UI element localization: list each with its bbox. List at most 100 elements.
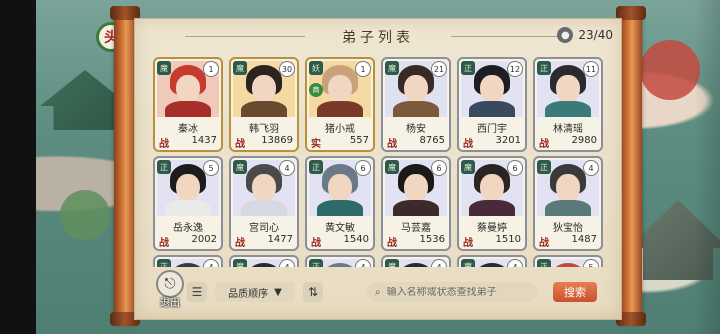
disciple-card[interactable]: 魔 30 韩飞羽战 13869 (229, 57, 299, 152)
disciple-name: 秦冰 (178, 124, 198, 135)
filter-list-icon: ☰ (191, 285, 203, 299)
disciple-card[interactable]: 正 5 岳永逸战 2002 (153, 156, 223, 251)
search-box: ⌕ (367, 282, 537, 302)
portrait-robe (317, 200, 363, 216)
portrait-face (404, 174, 428, 202)
sect-emblem-icon: 魔 (385, 160, 399, 174)
disciple-level-badge: 6 (507, 160, 523, 176)
search-button[interactable]: 搜索 (553, 282, 597, 302)
disciple-name: 林清瑶 (553, 124, 583, 135)
filter-button[interactable]: ☰ (187, 282, 207, 302)
disciple-card[interactable]: 正 12 西门宇战 3201 (457, 57, 527, 152)
disciple-name: 西门宇 (477, 124, 507, 135)
disciple-level-badge: 12 (507, 61, 523, 77)
exit-button[interactable]: ⎋ 退出 (152, 270, 188, 314)
power-value: 557 (349, 135, 369, 146)
disciple-level-badge: 6 (431, 160, 447, 176)
power-value: 1536 (419, 234, 445, 245)
disciple-card[interactable]: 正4 (153, 255, 223, 267)
sect-emblem-icon: 魔 (385, 61, 399, 75)
sort-order-select[interactable]: 品质顺序 ▼ (215, 282, 295, 302)
sect-emblem-icon: 魔 (233, 160, 247, 174)
portrait-robe (317, 101, 363, 117)
power-label: 战 (539, 238, 549, 249)
disciple-card[interactable]: 妖商 1 猪小戒实 557 (305, 57, 375, 152)
disciple-card[interactable]: 魔4 (457, 255, 527, 267)
power-label: 战 (463, 139, 473, 150)
disciple-level-badge: 21 (431, 61, 447, 77)
portrait-face (176, 75, 200, 103)
disciple-card[interactable]: 正4 (305, 255, 375, 267)
portrait-face (328, 75, 352, 103)
disciple-card[interactable]: 魔 21 杨安战 8765 (381, 57, 451, 152)
disciple-card[interactable]: 魔 6 蔡曼婷战 1510 (457, 156, 527, 251)
disciple-card[interactable]: 正 11 林清瑶战 2980 (533, 57, 603, 152)
disciple-card[interactable]: 魔 4 宫司心战 1477 (229, 156, 299, 251)
power-label: 战 (387, 238, 397, 249)
background-tree (640, 40, 700, 100)
disciple-card[interactable]: 魔 1 秦冰战 1437 (153, 57, 223, 152)
portrait-robe (469, 200, 515, 216)
user-count-icon: ● (557, 27, 574, 43)
disciple-card[interactable]: 魔4 (229, 255, 299, 267)
disciple-power-row: 战 3201 (463, 135, 521, 150)
disciple-level-badge: 5 (203, 160, 219, 176)
power-value: 1487 (571, 234, 597, 245)
sect-emblem-icon: 正 (537, 259, 551, 267)
portrait-robe (393, 101, 439, 117)
power-value: 3201 (495, 135, 521, 146)
disciple-name: 杨安 (406, 124, 426, 135)
portrait-hair (322, 263, 358, 267)
power-value: 8765 (419, 135, 445, 146)
disciple-count-value: 23/40 (578, 28, 613, 42)
sort-order-label: 品质顺序 (228, 288, 269, 300)
disciple-level-badge: 11 (583, 61, 599, 77)
sect-emblem-icon: 魔 (233, 61, 247, 75)
power-label: 战 (311, 238, 321, 249)
search-icon: ⌕ (375, 286, 381, 298)
disciple-card[interactable]: 魔 6 马芸嘉战 1536 (381, 156, 451, 251)
power-value: 2980 (571, 135, 597, 146)
portrait-hair (170, 263, 206, 267)
sect-emblem-icon: 正 (157, 259, 171, 267)
disciple-power-row: 战 13869 (235, 135, 293, 150)
portrait-face (252, 75, 276, 103)
sect-emblem-icon: 正 (309, 259, 323, 267)
disciple-level-badge: 4 (583, 160, 599, 176)
disciple-level-badge: 30 (279, 61, 295, 77)
disciple-card[interactable]: 魔4 (381, 255, 451, 267)
search-input[interactable] (386, 286, 527, 298)
power-value: 1540 (343, 234, 369, 245)
sort-direction-button[interactable]: ⇅ (303, 282, 323, 302)
disciple-name: 宫司心 (249, 223, 279, 234)
panel-title: 弟子列表 (342, 30, 414, 46)
portrait-robe (165, 101, 211, 117)
disciple-card[interactable]: 正5 (533, 255, 603, 267)
disciple-power-row: 战 2002 (159, 234, 217, 249)
sect-emblem-icon: 妖 (309, 61, 323, 75)
disciple-level-badge: 4 (279, 160, 295, 176)
disciple-name: 猪小戒 (325, 124, 355, 135)
power-label: 战 (159, 139, 169, 150)
portrait-robe (545, 200, 591, 216)
scroll-rod-left (110, 6, 140, 326)
portrait-face (556, 75, 580, 103)
disciple-card[interactable]: 正 6 黄文敏战 1540 (305, 156, 375, 251)
merchant-badge: 商 (309, 83, 323, 97)
power-label: 战 (235, 238, 245, 249)
power-value: 13869 (261, 135, 293, 146)
power-value: 2002 (191, 234, 217, 245)
portrait-face (252, 174, 276, 202)
portrait-robe (241, 200, 287, 216)
exit-label: 退出 (160, 298, 180, 309)
disciple-power-row: 战 1510 (463, 234, 521, 249)
disciple-power-row: 战 2980 (539, 135, 597, 150)
sect-emblem-icon: 正 (537, 160, 551, 174)
bottom-toolbar: ☰ 品质顺序 ▼ ⇅ ⌕ 搜索 (135, 277, 621, 307)
title-ornament-right (451, 36, 571, 37)
disciple-card[interactable]: 正 4 狄宝怡战 1487 (533, 156, 603, 251)
background-tree (60, 190, 110, 240)
portrait-face (404, 75, 428, 103)
portrait-face (176, 174, 200, 202)
power-value: 1510 (495, 234, 521, 245)
